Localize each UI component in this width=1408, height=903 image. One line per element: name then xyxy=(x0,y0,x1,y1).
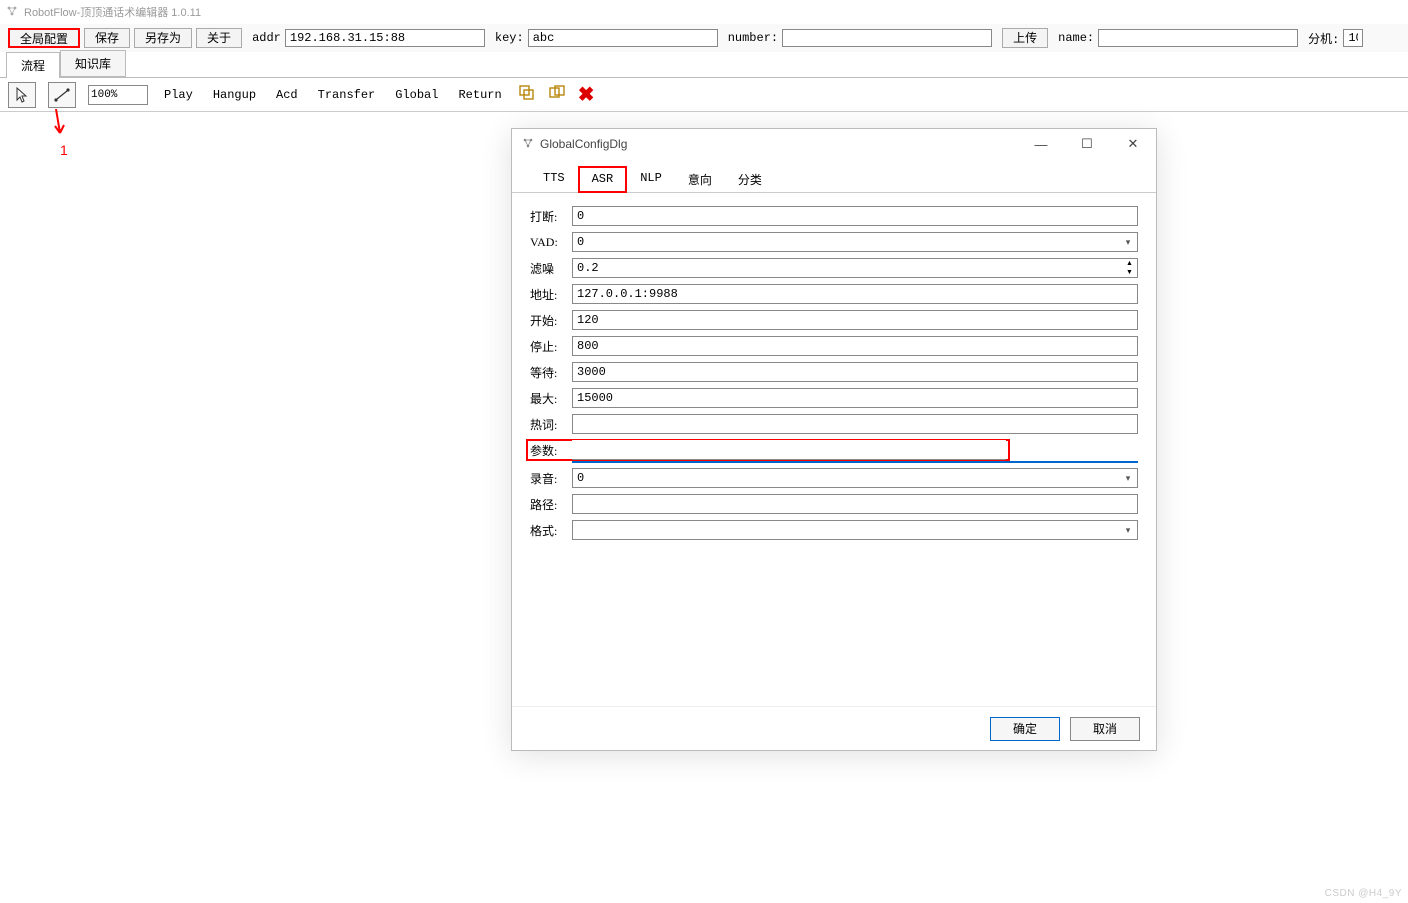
input-denoise[interactable] xyxy=(572,258,1122,278)
input-start[interactable] xyxy=(572,310,1138,330)
number-label: number: xyxy=(728,31,778,45)
label-wait: 等待: xyxy=(530,364,572,381)
connector-tool-button[interactable] xyxy=(48,82,76,108)
row-interrupt: 打断: xyxy=(530,205,1138,227)
row-denoise: 滤噪 ▲▼ xyxy=(530,257,1138,279)
dialog-title: GlobalConfigDlg xyxy=(540,137,627,151)
dialog-footer: 确定 取消 xyxy=(512,706,1156,750)
close-button[interactable]: ✕ xyxy=(1110,129,1156,159)
delete-icon[interactable]: ✖ xyxy=(578,82,595,107)
cancel-button[interactable]: 取消 xyxy=(1070,717,1140,741)
row-wait: 等待: xyxy=(530,361,1138,383)
annotation-label-1: 1 xyxy=(60,142,68,158)
title-bar: RobotFlow-顶顶通话术编辑器 1.0.11 xyxy=(0,0,1408,24)
row-path: 路径: xyxy=(530,493,1138,515)
name-label: name: xyxy=(1058,31,1094,45)
label-format: 格式: xyxy=(530,522,572,539)
maximize-button[interactable]: ☐ xyxy=(1064,129,1110,159)
row-param: 参数: xyxy=(526,439,1010,461)
save-as-button[interactable]: 另存为 xyxy=(134,28,192,48)
label-max: 最大: xyxy=(530,390,572,407)
label-start: 开始: xyxy=(530,312,572,329)
window-title: RobotFlow-顶顶通话术编辑器 1.0.11 xyxy=(24,4,201,20)
key-label: key: xyxy=(495,31,524,45)
transfer-action[interactable]: Transfer xyxy=(314,88,380,102)
label-address: 地址: xyxy=(530,286,572,303)
input-format[interactable] xyxy=(572,520,1138,540)
dialog-body: 打断: VAD: ▾ 滤噪 ▲▼ 地址: 开始: 停止: 等待: xyxy=(512,193,1156,706)
label-vad: VAD: xyxy=(530,235,572,250)
app-icon xyxy=(6,5,18,20)
row-stop: 停止: xyxy=(530,335,1138,357)
global-config-dialog: GlobalConfigDlg — ☐ ✕ TTS ASR NLP 意向 分类 … xyxy=(511,128,1157,751)
label-record: 录音: xyxy=(530,470,572,487)
row-record: 录音: ▾ xyxy=(530,467,1138,489)
label-denoise: 滤噪 xyxy=(530,260,572,277)
row-hotword: 热词: xyxy=(530,413,1138,435)
input-max[interactable] xyxy=(572,388,1138,408)
duplicate-icon[interactable] xyxy=(548,84,566,105)
input-record[interactable] xyxy=(572,468,1138,488)
input-param[interactable] xyxy=(572,440,1006,460)
ext-input[interactable] xyxy=(1343,29,1363,47)
tab-nlp[interactable]: NLP xyxy=(627,166,675,193)
input-hotword[interactable] xyxy=(572,414,1138,434)
play-action[interactable]: Play xyxy=(160,88,197,102)
row-start: 开始: xyxy=(530,309,1138,331)
dialog-icon xyxy=(522,137,534,152)
row-vad: VAD: ▾ xyxy=(530,231,1138,253)
input-interrupt[interactable] xyxy=(572,206,1138,226)
tab-kb[interactable]: 知识库 xyxy=(60,50,126,77)
return-action[interactable]: Return xyxy=(454,88,505,102)
about-button[interactable]: 关于 xyxy=(196,28,242,48)
label-stop: 停止: xyxy=(530,338,572,355)
dialog-title-bar[interactable]: GlobalConfigDlg — ☐ ✕ xyxy=(512,129,1156,159)
row-format: 格式: ▾ xyxy=(530,519,1138,541)
input-path[interactable] xyxy=(572,494,1138,514)
tab-intent[interactable]: 意向 xyxy=(675,166,725,193)
global-action[interactable]: Global xyxy=(391,88,442,102)
ext-label: 分机: xyxy=(1308,30,1339,47)
ok-button[interactable]: 确定 xyxy=(990,717,1060,741)
copy-icon[interactable] xyxy=(518,84,536,105)
key-input[interactable] xyxy=(528,29,718,47)
dialog-tabs: TTS ASR NLP 意向 分类 xyxy=(512,159,1156,193)
window-controls: — ☐ ✕ xyxy=(1018,129,1156,159)
hangup-action[interactable]: Hangup xyxy=(209,88,260,102)
label-param: 参数: xyxy=(530,442,572,459)
global-config-button[interactable]: 全局配置 xyxy=(8,28,80,48)
denoise-spinner[interactable]: ▲▼ xyxy=(1122,258,1138,278)
input-stop[interactable] xyxy=(572,336,1138,356)
main-tab-row: 流程 知识库 xyxy=(0,52,1408,78)
input-vad[interactable] xyxy=(572,232,1138,252)
label-interrupt: 打断: xyxy=(530,208,572,225)
tab-flow[interactable]: 流程 xyxy=(6,52,60,78)
addr-input[interactable] xyxy=(285,29,485,47)
number-input[interactable] xyxy=(782,29,992,47)
tab-asr[interactable]: ASR xyxy=(578,166,628,193)
tab-tts[interactable]: TTS xyxy=(530,166,578,193)
name-input[interactable] xyxy=(1098,29,1298,47)
label-path: 路径: xyxy=(530,496,572,513)
upload-button[interactable]: 上传 xyxy=(1002,28,1048,48)
minimize-button[interactable]: — xyxy=(1018,129,1064,159)
watermark: CSDN @H4_9Y xyxy=(1325,888,1402,899)
acd-action[interactable]: Acd xyxy=(272,88,302,102)
input-wait[interactable] xyxy=(572,362,1138,382)
row-address: 地址: xyxy=(530,283,1138,305)
save-button[interactable]: 保存 xyxy=(84,28,130,48)
main-toolbar: 全局配置 保存 另存为 关于 addr key: number: 上传 name… xyxy=(0,24,1408,52)
row-max: 最大: xyxy=(530,387,1138,409)
addr-label: addr xyxy=(252,31,281,45)
input-address[interactable] xyxy=(572,284,1138,304)
label-hotword: 热词: xyxy=(530,416,572,433)
zoom-select[interactable] xyxy=(88,85,148,105)
flow-tool-row: Play Hangup Acd Transfer Global Return ✖ xyxy=(0,78,1408,112)
pointer-tool-button[interactable] xyxy=(8,82,36,108)
tab-class[interactable]: 分类 xyxy=(725,166,775,193)
